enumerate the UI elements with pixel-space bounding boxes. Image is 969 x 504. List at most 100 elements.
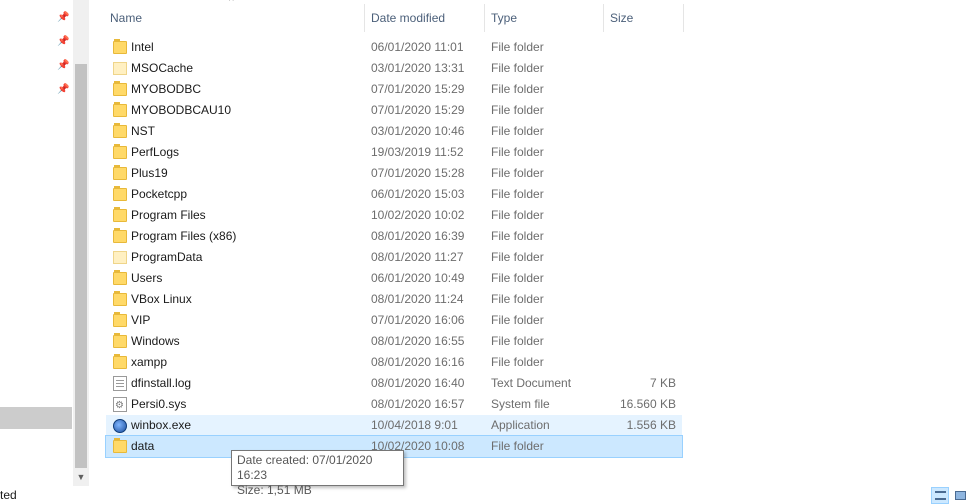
folder-icon [113,207,127,222]
column-date-modified[interactable]: Date modified [365,4,485,32]
file-name: VBox Linux [131,292,192,306]
file-row[interactable]: Program Files (x86) 08/01/2020 16:39 File … [106,226,682,247]
file-name: Persi0.sys [131,397,187,411]
file-row[interactable]: xampp 08/01/2020 16:16 File folder [106,352,682,373]
file-type: File folder [491,103,544,117]
file-name: PerfLogs [131,145,180,159]
file-name: NST [131,124,155,138]
file-row[interactable]: Program Files 10/02/2020 10:02 File folder [106,205,682,226]
file-name: Program Files (x86) [131,229,237,243]
file-row[interactable]: NST 03/01/2020 10:46 File folder [106,121,682,142]
folder-icon [113,354,127,369]
file-type: Application [491,418,550,432]
file-date-modified: 06/01/2020 11:01 [371,40,464,54]
column-type[interactable]: Type [485,4,604,32]
file-type: File folder [491,61,544,75]
nav-selected-item[interactable] [0,407,72,429]
folder-icon [113,123,127,138]
navigation-pane: 📌 📌 📌 📌 ted [0,0,72,504]
scrollbar-thumb[interactable] [75,64,87,468]
folder-empty-icon [113,62,127,75]
file-list: Intel 06/01/2020 11:01 File folder MSOCache… [105,37,683,458]
file-type: File folder [491,439,544,453]
file-type: File folder [491,355,544,369]
column-size[interactable]: Size [604,4,684,32]
details-view-icon [935,491,946,500]
file-type: Text Document [491,376,572,390]
file-size: 1.556 KB [626,418,676,432]
file-date-modified: 06/01/2020 10:49 [371,271,465,285]
pin-icon[interactable]: 📌 [57,84,69,96]
file-row[interactable]: Plus19 07/01/2020 15:28 File folder [106,163,682,184]
file-icon [113,376,127,391]
file-name: MSOCache [131,61,194,75]
file-row[interactable]: VIP 07/01/2020 16:06 File folder [106,310,682,331]
pin-icon[interactable]: 📌 [57,12,69,24]
folder-icon [113,312,127,327]
folder-icon [113,102,127,117]
file-row[interactable]: PerfLogs 19/03/2019 11:52 File folder [106,142,682,163]
file-size: 16.560 KB [619,397,676,411]
folder-icon [113,144,127,159]
folder-icon [113,228,127,243]
scroll-down-icon[interactable]: ▼ [73,470,89,484]
file-row[interactable]: winbox.exe 10/04/2018 9:01 Application 1.55… [106,415,682,436]
folder-empty-icon [113,251,127,264]
column-name[interactable]: Name [104,4,365,32]
file-date-modified: 07/01/2020 15:29 [371,103,465,117]
file-type: File folder [491,124,544,138]
file-date-modified: 08/01/2020 16:39 [371,229,465,243]
file-name: Windows [131,334,180,348]
file-date-modified: 08/01/2020 16:57 [371,397,465,411]
folder-icon [113,438,127,453]
file-name: ProgramData [131,250,203,264]
tooltip-size: Size: 1,51 MB [237,483,312,497]
file-row[interactable]: dfinstall.log 08/01/2020 16:40 Text Docume… [106,373,682,394]
file-name: xampp [131,355,168,369]
file-name: MYOBODBC [131,82,202,96]
sys-icon [113,395,127,416]
file-name: MYOBODBCAU10 [131,103,232,117]
file-date-modified: 07/01/2020 16:06 [371,313,465,327]
file-row[interactable]: Intel 06/01/2020 11:01 File folder [106,37,682,58]
file-date-modified: 08/01/2020 16:16 [371,355,465,369]
file-date-modified: 03/01/2020 13:31 [371,61,465,75]
file-date-modified: 07/01/2020 15:28 [371,166,465,180]
file-date-modified: 03/01/2020 10:46 [371,124,465,138]
file-name: winbox.exe [131,418,192,432]
file-name: VIP [131,313,151,327]
file-row[interactable]: MYOBODBCAU10 07/01/2020 15:29 File folder [106,100,682,121]
vertical-scrollbar[interactable]: ▼ [73,0,89,486]
status-bar-text: ted [0,488,17,502]
file-row[interactable]: ProgramData 08/01/2020 11:27 File folder [106,247,682,268]
file-row[interactable]: Users 06/01/2020 10:49 File folder [106,268,682,289]
details-view-button[interactable] [931,487,949,504]
folder-icon [113,333,127,348]
file-size: 7 KB [649,376,676,390]
file-row[interactable]: VBox Linux 08/01/2020 11:24 File folder [106,289,682,310]
file-row[interactable]: Persi0.sys 08/01/2020 16:57 System file 16.… [106,394,682,416]
file-type: File folder [491,187,544,201]
file-row[interactable]: MYOBODBC 07/01/2020 15:29 File folder [106,79,682,100]
large-icons-view-button[interactable] [951,487,969,504]
pin-icon[interactable]: 📌 [57,60,69,72]
file-type: File folder [491,40,544,54]
folder-icon [113,165,127,180]
file-row[interactable]: MSOCache 03/01/2020 13:31 File folder [106,58,682,79]
file-type: File folder [491,271,544,285]
file-name: Intel [131,40,154,54]
file-row[interactable]: Windows 08/01/2020 16:55 File folder [106,331,682,352]
file-name: data [131,439,155,453]
file-date-modified: 06/01/2020 15:03 [371,187,465,201]
file-type: System file [491,397,550,411]
large-icons-view-icon [955,491,966,500]
file-row[interactable]: Pocketcpp 06/01/2020 15:03 File folder [106,184,682,205]
file-name: dfinstall.log [131,376,192,390]
file-type: File folder [491,166,544,180]
file-type: File folder [491,82,544,96]
pin-icon[interactable]: 📌 [57,36,69,48]
file-name: Program Files [131,208,206,222]
file-type: File folder [491,334,544,348]
folder-icon [113,186,127,201]
file-type: File folder [491,145,544,159]
